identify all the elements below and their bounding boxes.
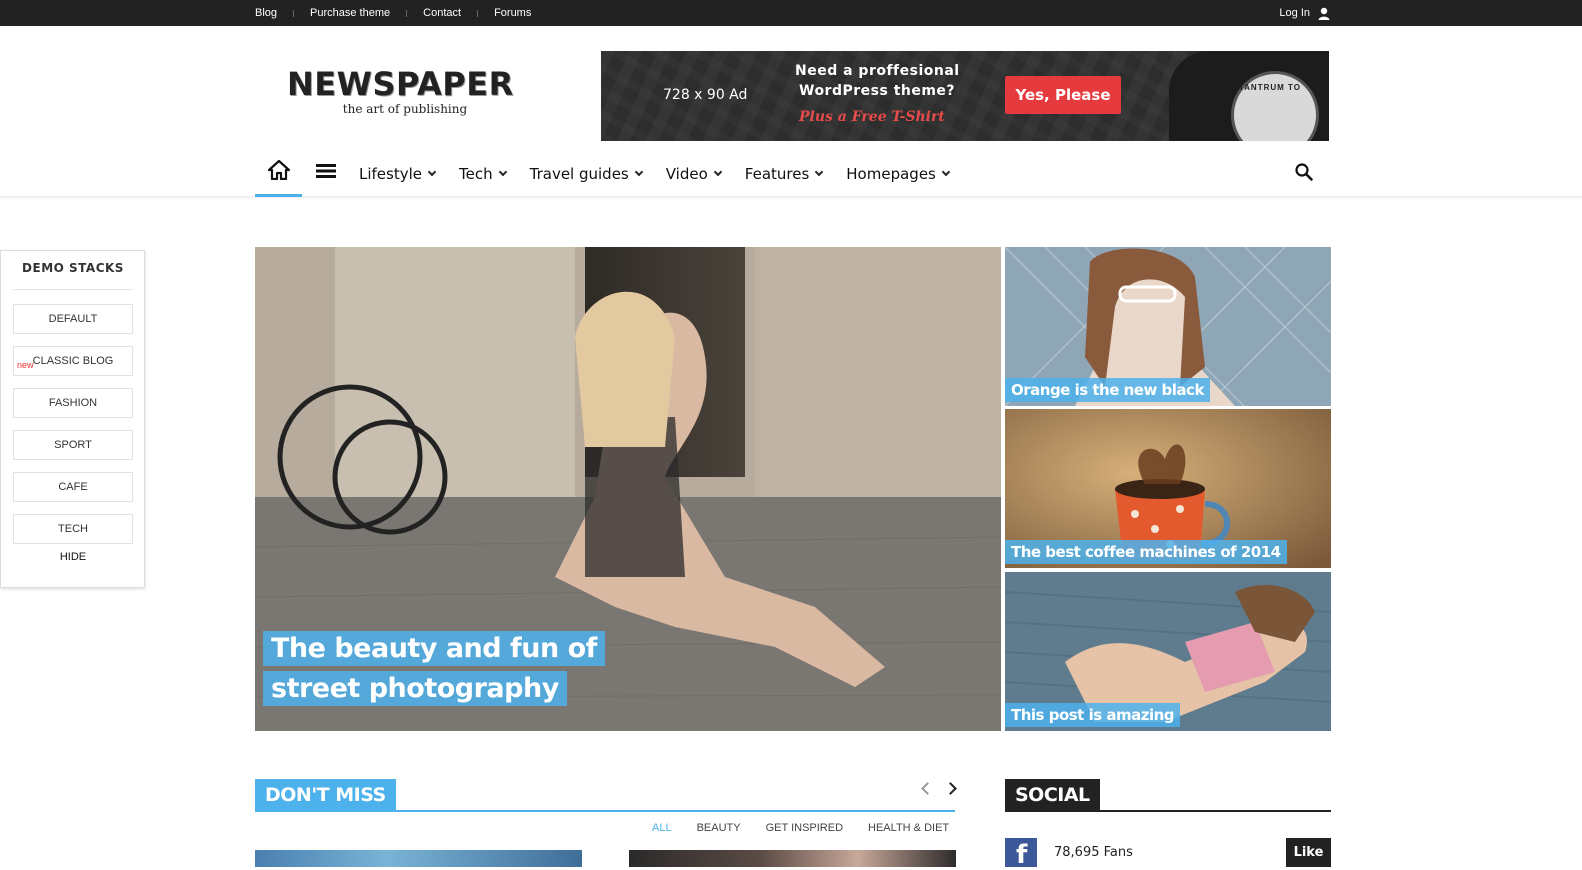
ad-yes-button[interactable]: Yes, Please: [1005, 76, 1121, 114]
ad-headline-1: Need a proffesional: [795, 63, 960, 79]
side-post-title-text: The best coffee machines of 2014: [1005, 540, 1287, 564]
demo-stacks-panel: DEMO STACKS DEFAULT new CLASSIC BLOG FAS…: [0, 250, 145, 588]
chevron-down-icon: [634, 167, 643, 176]
side-post-title[interactable]: The best coffee machines of 2014: [1005, 540, 1287, 564]
nav-item-travel-guides[interactable]: Travel guides: [529, 164, 643, 183]
dont-miss-pager: [921, 782, 957, 795]
ad-headline-2: WordPress theme?: [799, 83, 956, 99]
featured-post-side-2[interactable]: The best coffee machines of 2014: [1005, 409, 1331, 568]
logo-tagline: the art of publishing: [342, 102, 468, 116]
demo-button-sport[interactable]: SPORT: [13, 430, 133, 460]
ad-promo-text: Plus a Free T-Shirt: [799, 109, 945, 125]
dont-miss-filters: ALL BEAUTY GET INSPIRED HEALTH & DIET: [652, 822, 949, 834]
chevron-left-icon[interactable]: [921, 782, 934, 795]
side-post-title[interactable]: This post is amazing: [1005, 703, 1181, 727]
featured-post-title[interactable]: The beauty and fun of street photography: [263, 629, 683, 709]
top-separator: [406, 9, 408, 17]
demo-divider: [13, 289, 133, 290]
chevron-down-icon: [498, 167, 507, 176]
fans-unit: Fans: [1103, 845, 1133, 860]
facebook-icon[interactable]: f: [1005, 838, 1037, 870]
nav-item-label: Video: [665, 164, 708, 183]
nav-item-features[interactable]: Features: [744, 164, 824, 183]
user-icon: [1318, 7, 1330, 20]
nav-item-label: Tech: [459, 164, 493, 183]
top-menu: Blog Purchase theme Contact Forums: [255, 0, 531, 26]
nav-item-label: Features: [744, 164, 810, 183]
nav-item-label: Lifestyle: [359, 164, 423, 183]
featured-post-main[interactable]: The beauty and fun of street photography: [255, 247, 1001, 731]
nav-item-lifestyle[interactable]: Lifestyle: [359, 164, 437, 183]
top-link-forums[interactable]: Forums: [494, 7, 531, 19]
post-thumbnail[interactable]: [629, 850, 956, 867]
logo-title: NEWSPAPER: [287, 65, 514, 103]
chevron-down-icon: [427, 167, 437, 176]
social-header: SOCIAL: [1005, 779, 1331, 812]
nav-item-label: Homepages: [846, 164, 936, 183]
filter-health-diet[interactable]: HEALTH & DIET: [868, 822, 949, 834]
chevron-down-icon: [941, 167, 951, 176]
demo-button-label: CLASSIC BLOG: [32, 355, 114, 367]
new-badge: new: [17, 360, 34, 370]
search-button[interactable]: [1294, 162, 1316, 184]
side-post-title-text: Orange is the new black: [1005, 378, 1210, 402]
side-post-title-text: This post is amazing: [1005, 703, 1181, 727]
dont-miss-title: DON'T MISS: [255, 779, 396, 810]
search-icon: [1294, 163, 1314, 186]
menu-button[interactable]: [311, 150, 341, 197]
home-icon: [267, 159, 290, 185]
login-button[interactable]: Log In: [1279, 0, 1330, 26]
post-thumbnail[interactable]: [255, 850, 582, 867]
site-logo[interactable]: NEWSPAPER the art of publishing: [287, 66, 523, 126]
top-link-blog[interactable]: Blog: [255, 7, 277, 19]
nav-item-video[interactable]: Video: [665, 164, 723, 183]
chevron-down-icon: [815, 167, 824, 176]
top-link-contact[interactable]: Contact: [423, 7, 461, 19]
ad-banner[interactable]: 728 x 90 Ad Need a proffesional WordPres…: [601, 51, 1329, 141]
facebook-fans-count: 78,695 Fans: [1054, 845, 1133, 860]
top-bar: Blog Purchase theme Contact Forums Log I…: [0, 0, 1582, 26]
demo-stacks-title: DEMO STACKS: [22, 261, 124, 275]
top-separator: [293, 9, 295, 17]
demo-button-tech[interactable]: TECH: [13, 514, 133, 544]
demo-hide-button[interactable]: HIDE: [13, 551, 133, 563]
home-button[interactable]: [255, 150, 302, 197]
side-post-title[interactable]: Orange is the new black: [1005, 378, 1210, 402]
hamburger-icon: [316, 164, 336, 183]
nav-menu: Lifestyle Tech Travel guides Video Featu…: [359, 150, 973, 197]
nav-item-label: Travel guides: [529, 164, 629, 183]
filter-get-inspired[interactable]: GET INSPIRED: [766, 822, 843, 834]
chevron-right-icon[interactable]: [944, 782, 957, 795]
ad-size-label: 728 x 90 Ad: [663, 87, 748, 103]
top-link-purchase-theme[interactable]: Purchase theme: [310, 7, 390, 19]
tshirt-print: [1231, 71, 1319, 141]
demo-button-fashion[interactable]: FASHION: [13, 388, 133, 418]
social-title: SOCIAL: [1005, 779, 1100, 810]
ad-tshirt-image: TANTRUM TO: [1169, 51, 1329, 141]
nav-item-homepages[interactable]: Homepages: [846, 164, 951, 183]
facebook-letter: f: [1016, 840, 1028, 870]
top-separator: [477, 9, 479, 17]
login-label: Log In: [1279, 7, 1310, 19]
filter-all[interactable]: ALL: [652, 822, 672, 834]
featured-post-side-1[interactable]: Orange is the new black: [1005, 247, 1331, 406]
demo-button-cafe[interactable]: CAFE: [13, 472, 133, 502]
demo-button-classic-blog[interactable]: new CLASSIC BLOG: [13, 346, 133, 376]
fans-number: 78,695: [1054, 845, 1100, 860]
facebook-like-button[interactable]: Like: [1286, 838, 1331, 867]
tshirt-text: TANTRUM TO: [1238, 83, 1301, 92]
featured-post-side-3[interactable]: This post is amazing: [1005, 572, 1331, 731]
main-nav: Lifestyle Tech Travel guides Video Featu…: [255, 150, 1330, 198]
nav-item-tech[interactable]: Tech: [459, 164, 507, 183]
chevron-down-icon: [713, 167, 723, 176]
featured-post-title-text: The beauty and fun of street photography: [263, 631, 605, 706]
dont-miss-header: DON'T MISS: [255, 779, 957, 812]
filter-beauty[interactable]: BEAUTY: [697, 822, 741, 834]
demo-button-default[interactable]: DEFAULT: [13, 304, 133, 334]
